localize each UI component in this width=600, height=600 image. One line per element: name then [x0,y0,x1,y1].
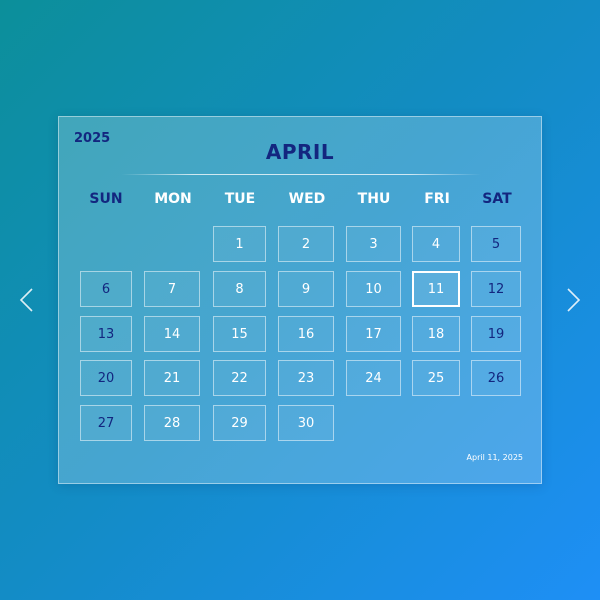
selected-date-label: April 11, 2025 [466,453,523,462]
day-cell[interactable]: 16 [278,316,334,352]
day-cell[interactable]: 4 [412,226,460,262]
day-cell[interactable]: 27 [80,405,132,441]
day-cell[interactable]: 25 [412,360,460,396]
day-cell[interactable]: 13 [80,316,132,352]
day-cell[interactable]: 17 [346,316,401,352]
previous-month-button[interactable] [16,287,38,313]
weekday-sat: SAT [482,191,512,207]
day-cell[interactable]: 8 [213,271,266,307]
calendar-panel: 2025 APRIL SUN MON TUE WED THU FRI SAT 1… [58,116,542,484]
day-cell[interactable]: 5 [471,226,521,262]
day-cell[interactable]: 10 [346,271,401,307]
day-cell[interactable]: 3 [346,226,401,262]
day-cell[interactable]: 18 [412,316,460,352]
weekday-sun: SUN [89,191,123,207]
day-cell[interactable]: 29 [213,405,266,441]
day-cell[interactable]: 30 [278,405,334,441]
day-cell[interactable]: 14 [144,316,200,352]
next-month-button[interactable] [562,287,584,313]
day-cell[interactable]: 6 [80,271,132,307]
weekday-wed: WED [288,191,326,207]
day-cell[interactable]: 2 [278,226,334,262]
day-cell[interactable]: 21 [144,360,200,396]
day-cell[interactable]: 28 [144,405,200,441]
day-cell[interactable]: 7 [144,271,200,307]
day-cell[interactable]: 22 [213,360,266,396]
weekday-thu: THU [357,191,391,207]
day-cell[interactable]: 15 [213,316,266,352]
day-cell-today[interactable]: 11 [412,271,460,307]
day-cell[interactable]: 23 [278,360,334,396]
weekday-tue: TUE [224,191,256,207]
month-title: APRIL [265,140,335,164]
chevron-left-icon [19,288,33,312]
day-cell[interactable]: 9 [278,271,334,307]
day-cell[interactable]: 1 [213,226,266,262]
header-divider [121,174,481,175]
day-cell[interactable]: 19 [471,316,521,352]
day-cell[interactable]: 24 [346,360,401,396]
day-cell[interactable]: 12 [471,271,521,307]
chevron-right-icon [567,288,581,312]
day-cell[interactable]: 20 [80,360,132,396]
weekday-mon: MON [154,191,192,207]
day-cell[interactable]: 26 [471,360,521,396]
